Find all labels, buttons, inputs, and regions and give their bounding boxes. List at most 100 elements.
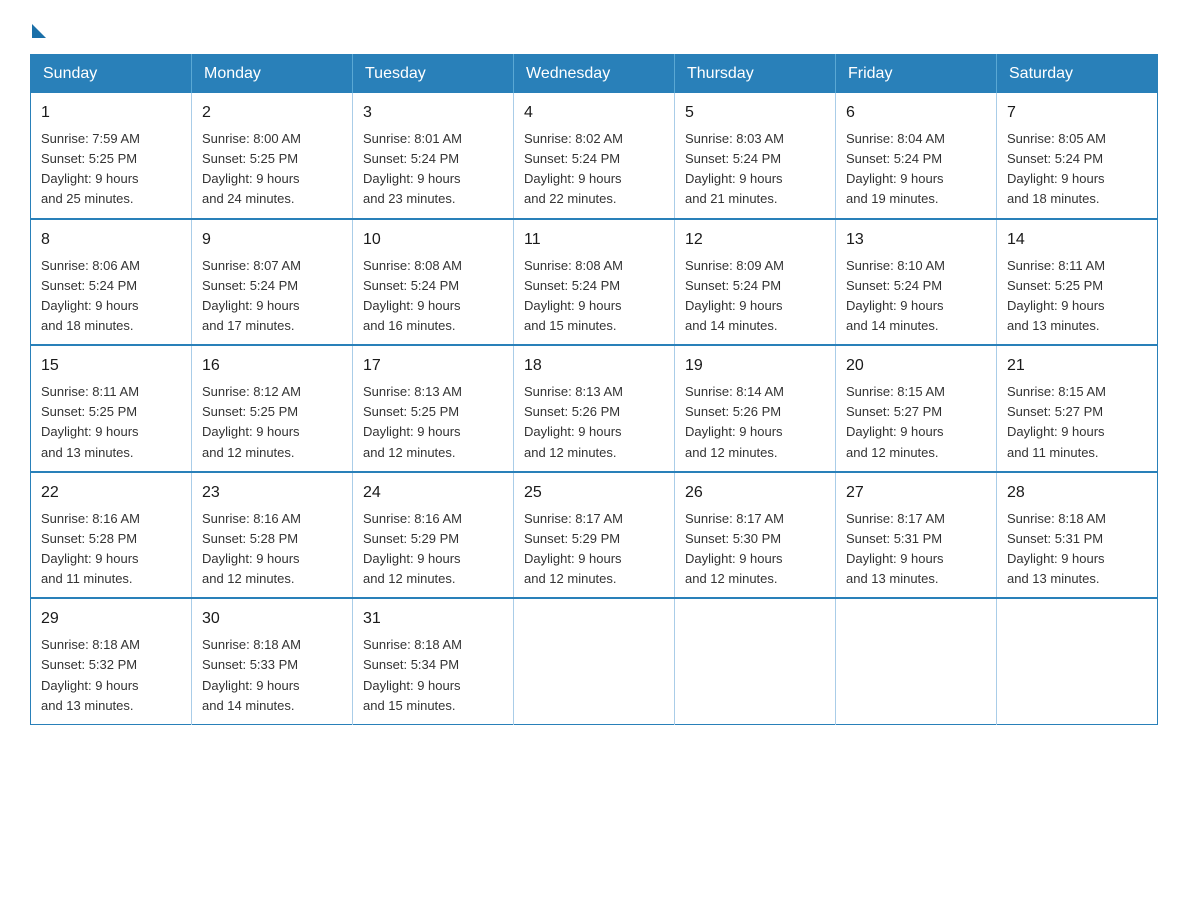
calendar-cell: 17 Sunrise: 8:13 AMSunset: 5:25 PMDayligh… — [353, 345, 514, 472]
calendar-cell: 12 Sunrise: 8:09 AMSunset: 5:24 PMDayligh… — [675, 219, 836, 346]
day-number: 27 — [846, 481, 986, 505]
day-number: 23 — [202, 481, 342, 505]
calendar-cell: 10 Sunrise: 8:08 AMSunset: 5:24 PMDayligh… — [353, 219, 514, 346]
calendar-cell: 2 Sunrise: 8:00 AMSunset: 5:25 PMDaylight… — [192, 93, 353, 219]
day-info: Sunrise: 8:15 AMSunset: 5:27 PMDaylight:… — [1007, 384, 1106, 459]
calendar-cell: 21Sunrise: 8:15 AMSunset: 5:27 PMDayligh… — [997, 345, 1158, 472]
day-info: Sunrise: 8:11 AMSunset: 5:25 PMDaylight:… — [1007, 258, 1105, 333]
day-number: 28 — [1007, 481, 1147, 505]
calendar-cell: 1 Sunrise: 7:59 AMSunset: 5:25 PMDaylight… — [31, 93, 192, 219]
calendar-week-row: 22 Sunrise: 8:16 AMSunset: 5:28 PMDayligh… — [31, 472, 1158, 599]
calendar-cell: 11 Sunrise: 8:08 AMSunset: 5:24 PMDayligh… — [514, 219, 675, 346]
calendar-cell: 4 Sunrise: 8:02 AMSunset: 5:24 PMDaylight… — [514, 93, 675, 219]
calendar-cell: 27Sunrise: 8:17 AMSunset: 5:31 PMDayligh… — [836, 472, 997, 599]
header-monday: Monday — [192, 55, 353, 94]
calendar-cell: 5 Sunrise: 8:03 AMSunset: 5:24 PMDaylight… — [675, 93, 836, 219]
day-number: 24 — [363, 481, 503, 505]
day-info: Sunrise: 8:11 AMSunset: 5:25 PMDaylight:… — [41, 384, 139, 459]
day-info: Sunrise: 8:08 AMSunset: 5:24 PMDaylight:… — [524, 258, 623, 333]
day-info: Sunrise: 7:59 AMSunset: 5:25 PMDaylight:… — [41, 131, 140, 206]
day-number: 26 — [685, 481, 825, 505]
day-number: 10 — [363, 228, 503, 252]
day-info: Sunrise: 8:00 AMSunset: 5:25 PMDaylight:… — [202, 131, 301, 206]
day-info: Sunrise: 8:09 AMSunset: 5:24 PMDaylight:… — [685, 258, 784, 333]
day-number: 13 — [846, 228, 986, 252]
calendar-cell: 30 Sunrise: 8:18 AMSunset: 5:33 PMDayligh… — [192, 598, 353, 724]
calendar-cell: 19 Sunrise: 8:14 AMSunset: 5:26 PMDayligh… — [675, 345, 836, 472]
day-number: 15 — [41, 354, 181, 378]
day-number: 16 — [202, 354, 342, 378]
day-number: 8 — [41, 228, 181, 252]
day-info: Sunrise: 8:02 AMSunset: 5:24 PMDaylight:… — [524, 131, 623, 206]
calendar-week-row: 1 Sunrise: 7:59 AMSunset: 5:25 PMDaylight… — [31, 93, 1158, 219]
calendar-cell: 18 Sunrise: 8:13 AMSunset: 5:26 PMDayligh… — [514, 345, 675, 472]
calendar-cell: 16 Sunrise: 8:12 AMSunset: 5:25 PMDayligh… — [192, 345, 353, 472]
header-sunday: Sunday — [31, 55, 192, 94]
day-number: 5 — [685, 101, 825, 125]
day-info: Sunrise: 8:12 AMSunset: 5:25 PMDaylight:… — [202, 384, 301, 459]
day-info: Sunrise: 8:03 AMSunset: 5:24 PMDaylight:… — [685, 131, 784, 206]
calendar-cell: 24 Sunrise: 8:16 AMSunset: 5:29 PMDayligh… — [353, 472, 514, 599]
day-info: Sunrise: 8:13 AMSunset: 5:26 PMDaylight:… — [524, 384, 623, 459]
day-info: Sunrise: 8:13 AMSunset: 5:25 PMDaylight:… — [363, 384, 462, 459]
calendar-cell: 3Sunrise: 8:01 AMSunset: 5:24 PMDaylight… — [353, 93, 514, 219]
day-info: Sunrise: 8:16 AMSunset: 5:28 PMDaylight:… — [202, 511, 301, 586]
calendar-cell: 15 Sunrise: 8:11 AMSunset: 5:25 PMDayligh… — [31, 345, 192, 472]
day-number: 31 — [363, 607, 503, 631]
calendar-week-row: 29 Sunrise: 8:18 AMSunset: 5:32 PMDayligh… — [31, 598, 1158, 724]
day-info: Sunrise: 8:18 AMSunset: 5:31 PMDaylight:… — [1007, 511, 1106, 586]
calendar-cell — [836, 598, 997, 724]
day-number: 11 — [524, 228, 664, 252]
day-number: 17 — [363, 354, 503, 378]
day-number: 20 — [846, 354, 986, 378]
day-number: 29 — [41, 607, 181, 631]
day-number: 19 — [685, 354, 825, 378]
day-number: 22 — [41, 481, 181, 505]
calendar-cell: 26 Sunrise: 8:17 AMSunset: 5:30 PMDayligh… — [675, 472, 836, 599]
calendar-week-row: 8Sunrise: 8:06 AMSunset: 5:24 PMDaylight… — [31, 219, 1158, 346]
calendar-cell: 20 Sunrise: 8:15 AMSunset: 5:27 PMDayligh… — [836, 345, 997, 472]
day-number: 12 — [685, 228, 825, 252]
calendar-cell: 28 Sunrise: 8:18 AMSunset: 5:31 PMDayligh… — [997, 472, 1158, 599]
calendar-week-row: 15 Sunrise: 8:11 AMSunset: 5:25 PMDayligh… — [31, 345, 1158, 472]
day-number: 3 — [363, 101, 503, 125]
day-info: Sunrise: 8:08 AMSunset: 5:24 PMDaylight:… — [363, 258, 462, 333]
calendar-cell: 13Sunrise: 8:10 AMSunset: 5:24 PMDayligh… — [836, 219, 997, 346]
page-header — [30, 20, 1158, 34]
header-saturday: Saturday — [997, 55, 1158, 94]
header-wednesday: Wednesday — [514, 55, 675, 94]
day-number: 18 — [524, 354, 664, 378]
day-info: Sunrise: 8:04 AMSunset: 5:24 PMDaylight:… — [846, 131, 945, 206]
day-info: Sunrise: 8:16 AMSunset: 5:29 PMDaylight:… — [363, 511, 462, 586]
day-info: Sunrise: 8:16 AMSunset: 5:28 PMDaylight:… — [41, 511, 140, 586]
day-info: Sunrise: 8:15 AMSunset: 5:27 PMDaylight:… — [846, 384, 945, 459]
day-number: 9 — [202, 228, 342, 252]
logo-arrow-icon — [32, 24, 46, 38]
calendar-cell — [997, 598, 1158, 724]
day-number: 2 — [202, 101, 342, 125]
day-number: 25 — [524, 481, 664, 505]
day-number: 1 — [41, 101, 181, 125]
day-number: 6 — [846, 101, 986, 125]
logo — [30, 20, 46, 34]
calendar-cell: 22 Sunrise: 8:16 AMSunset: 5:28 PMDayligh… — [31, 472, 192, 599]
header-thursday: Thursday — [675, 55, 836, 94]
calendar-cell — [675, 598, 836, 724]
day-info: Sunrise: 8:17 AMSunset: 5:30 PMDaylight:… — [685, 511, 784, 586]
day-info: Sunrise: 8:17 AMSunset: 5:29 PMDaylight:… — [524, 511, 623, 586]
day-info: Sunrise: 8:14 AMSunset: 5:26 PMDaylight:… — [685, 384, 784, 459]
calendar-header-row: SundayMondayTuesdayWednesdayThursdayFrid… — [31, 55, 1158, 94]
day-info: Sunrise: 8:05 AMSunset: 5:24 PMDaylight:… — [1007, 131, 1106, 206]
calendar-cell: 14 Sunrise: 8:11 AMSunset: 5:25 PMDayligh… — [997, 219, 1158, 346]
calendar-cell — [514, 598, 675, 724]
header-tuesday: Tuesday — [353, 55, 514, 94]
day-info: Sunrise: 8:18 AMSunset: 5:33 PMDaylight:… — [202, 637, 301, 712]
day-info: Sunrise: 8:18 AMSunset: 5:32 PMDaylight:… — [41, 637, 140, 712]
calendar-cell: 7Sunrise: 8:05 AMSunset: 5:24 PMDaylight… — [997, 93, 1158, 219]
day-number: 14 — [1007, 228, 1147, 252]
calendar-cell: 23 Sunrise: 8:16 AMSunset: 5:28 PMDayligh… — [192, 472, 353, 599]
calendar-cell: 29 Sunrise: 8:18 AMSunset: 5:32 PMDayligh… — [31, 598, 192, 724]
calendar-cell: 31Sunrise: 8:18 AMSunset: 5:34 PMDayligh… — [353, 598, 514, 724]
day-number: 30 — [202, 607, 342, 631]
day-number: 4 — [524, 101, 664, 125]
